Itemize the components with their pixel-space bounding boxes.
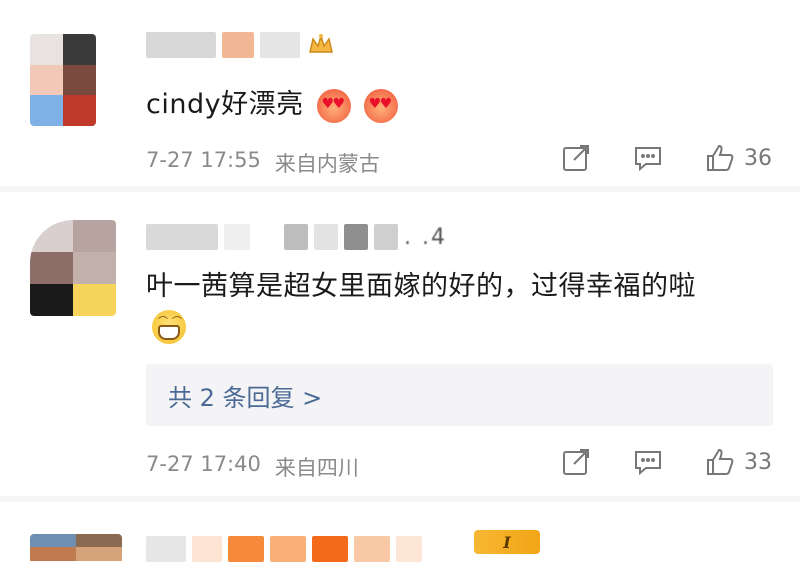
username-fragment: . .4	[404, 224, 447, 250]
like-button[interactable]: 33	[704, 446, 772, 478]
avatar[interactable]	[30, 220, 116, 316]
level-badge-label: I	[503, 532, 511, 552]
share-icon	[563, 449, 589, 475]
comment-text: 叶一茜算是超女里面嫁的好的，过得幸福的啦	[146, 271, 696, 302]
like-button[interactable]: 36	[704, 142, 772, 174]
username-redacted	[224, 224, 250, 250]
username-redacted	[146, 32, 216, 58]
username-redacted	[344, 224, 368, 250]
comment-location: 来自内蒙古	[274, 152, 380, 176]
comment-icon	[635, 147, 661, 172]
comment-location: 来自四川	[274, 456, 359, 480]
comment-divider	[0, 496, 800, 502]
username[interactable]	[146, 32, 336, 58]
comment-text: cindy好漂亮	[146, 89, 304, 120]
share-icon	[563, 145, 589, 171]
comment-body: 叶一茜算是超女里面嫁的好的，过得幸福的啦	[146, 264, 696, 303]
like-icon	[707, 144, 734, 171]
avatar[interactable]	[30, 34, 96, 126]
share-button[interactable]	[560, 142, 592, 174]
username-redacted	[256, 224, 278, 250]
comment-actions: 36	[560, 142, 772, 174]
username-redacted	[314, 224, 338, 250]
username-redacted	[228, 536, 264, 562]
comment-button[interactable]	[632, 446, 664, 478]
username-redacted	[260, 32, 300, 58]
heart-eyes-emoji-icon	[316, 88, 351, 123]
username-redacted	[284, 224, 308, 250]
comment-meta: 7-27 17:55 来自内蒙古	[146, 148, 380, 178]
heart-eyes-emoji-icon	[363, 88, 398, 123]
avatar[interactable]	[30, 534, 122, 562]
username-redacted	[354, 536, 390, 562]
like-count: 33	[744, 449, 772, 475]
username[interactable]	[146, 536, 428, 562]
username-redacted	[396, 536, 422, 562]
view-replies-link[interactable]: 共 2 条回复 >	[146, 364, 773, 426]
username-redacted	[374, 224, 398, 250]
username-redacted	[146, 224, 218, 250]
reply-count-label: 共 2 条回复 >	[168, 383, 323, 412]
comment-time: 7-27 17:40	[146, 452, 261, 476]
share-button[interactable]	[560, 446, 592, 478]
grin-emoji-icon	[152, 310, 186, 344]
username-redacted	[222, 32, 254, 58]
comment-actions: 33	[560, 446, 772, 478]
like-icon	[707, 448, 734, 475]
username[interactable]: . .4	[146, 224, 447, 250]
username-redacted	[192, 536, 222, 562]
comment-body: cindy好漂亮	[146, 82, 398, 123]
username-redacted	[146, 536, 186, 562]
comment-button[interactable]	[632, 142, 664, 174]
crown-badge-icon	[309, 33, 333, 53]
comment-icon	[635, 451, 661, 476]
comment-divider	[0, 186, 800, 192]
level-badge-icon: I	[474, 530, 540, 554]
comment-meta: 7-27 17:40 来自四川	[146, 452, 359, 482]
comment-time: 7-27 17:55	[146, 148, 261, 172]
like-count: 36	[744, 145, 772, 171]
username-redacted	[312, 536, 348, 562]
username-redacted	[270, 536, 306, 562]
